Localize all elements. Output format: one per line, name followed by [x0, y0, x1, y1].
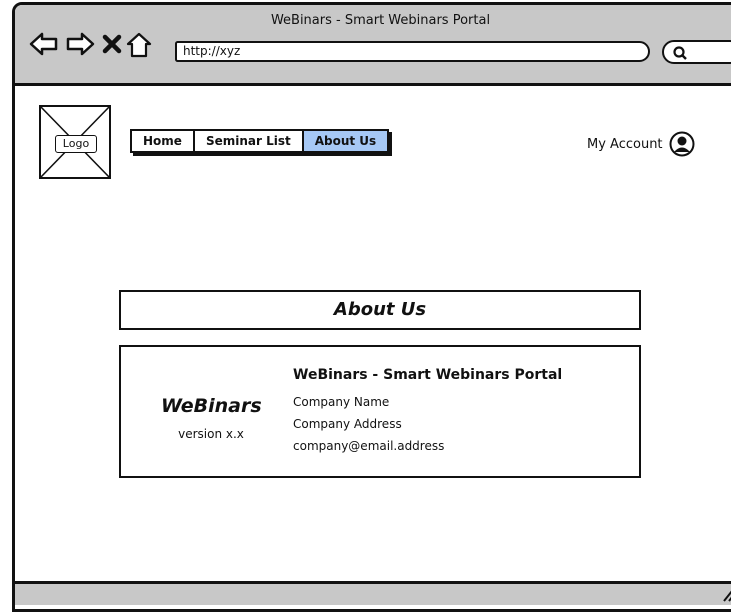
- close-icon[interactable]: [101, 31, 123, 57]
- user-avatar-icon: [669, 131, 695, 157]
- back-arrow-icon[interactable]: [29, 31, 59, 57]
- my-account-link[interactable]: My Account: [587, 131, 695, 157]
- about-heading-box: About Us: [119, 290, 641, 330]
- search-icon: [673, 46, 687, 60]
- logo-label: Logo: [55, 135, 97, 153]
- company-email: company@email.address: [293, 439, 445, 453]
- company-name: Company Name: [293, 395, 390, 409]
- tab-home[interactable]: Home: [132, 131, 195, 151]
- url-input[interactable]: http://xyz: [175, 41, 650, 62]
- version-label: version x.x: [178, 427, 244, 441]
- main-nav: Home Seminar List About Us: [130, 129, 390, 153]
- logo-placeholder: Logo: [39, 105, 111, 179]
- forward-arrow-icon[interactable]: [65, 31, 95, 57]
- browser-window: WeBinars - Smart Webinars Portal http://…: [12, 2, 731, 612]
- portal-title: WeBinars - Smart Webinars Portal: [293, 367, 563, 383]
- home-icon[interactable]: [125, 31, 153, 59]
- brand-name: WeBinars: [161, 395, 262, 417]
- browser-titlebar: WeBinars - Smart Webinars Portal http://…: [15, 5, 731, 86]
- resize-grip-icon[interactable]: [722, 588, 731, 602]
- browser-statusbar: [15, 581, 731, 605]
- browser-search-button[interactable]: [662, 40, 731, 64]
- about-heading: About Us: [333, 299, 427, 320]
- tab-seminar-list[interactable]: Seminar List: [194, 131, 304, 151]
- my-account-label: My Account: [587, 136, 663, 152]
- company-info-box: WeBinars version x.x WeBinars - Smart We…: [119, 345, 641, 478]
- company-address: Company Address: [293, 417, 402, 431]
- window-title: WeBinars - Smart Webinars Portal: [270, 13, 491, 28]
- tab-about-us[interactable]: About Us: [303, 131, 388, 151]
